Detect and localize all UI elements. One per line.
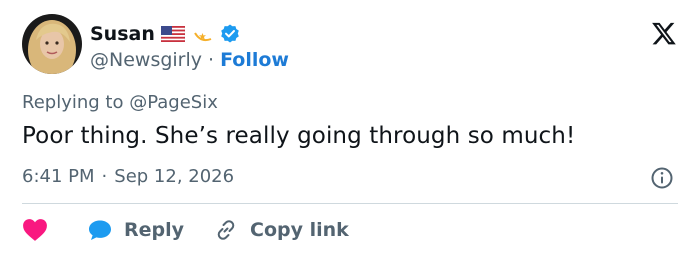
display-name[interactable]: Susan [90, 23, 155, 45]
handle-row: @Newsgirly · Follow [90, 47, 289, 73]
verified-badge-icon [219, 23, 241, 45]
info-icon[interactable] [650, 166, 674, 190]
x-logo-icon[interactable] [650, 20, 678, 48]
replying-to: Replying to @PageSix [22, 92, 218, 113]
divider [22, 203, 678, 204]
copy-link-button[interactable]: Copy link [184, 218, 349, 242]
dizzy-star-emoji [191, 23, 213, 45]
replying-mention[interactable]: @PageSix [129, 92, 218, 113]
reply-bubble-icon [89, 220, 111, 240]
copy-link-label: Copy link [250, 219, 349, 241]
reply-label: Reply [124, 219, 185, 241]
tweet-text: Poor thing. She’s really going through s… [22, 123, 576, 149]
user-name-row: Susan [90, 22, 241, 46]
avatar-photo [22, 14, 82, 74]
meta-separator: · [101, 166, 108, 187]
handle-separator: · [208, 49, 215, 71]
user-handle[interactable]: @Newsgirly [90, 49, 202, 71]
tweet-time[interactable]: 6:41 PM [22, 166, 95, 187]
heart-icon[interactable] [22, 218, 48, 242]
avatar[interactable] [22, 14, 82, 74]
reply-button[interactable]: Reply [88, 219, 184, 241]
action-bar: Reply Copy link [22, 214, 349, 246]
link-icon [217, 220, 235, 240]
follow-button[interactable]: Follow [220, 49, 289, 71]
replying-prefix: Replying to [22, 92, 124, 113]
tweet-meta: 6:41 PM · Sep 12, 2026 [22, 166, 234, 187]
us-flag-emoji [160, 26, 185, 42]
tweet-date[interactable]: Sep 12, 2026 [114, 166, 234, 187]
